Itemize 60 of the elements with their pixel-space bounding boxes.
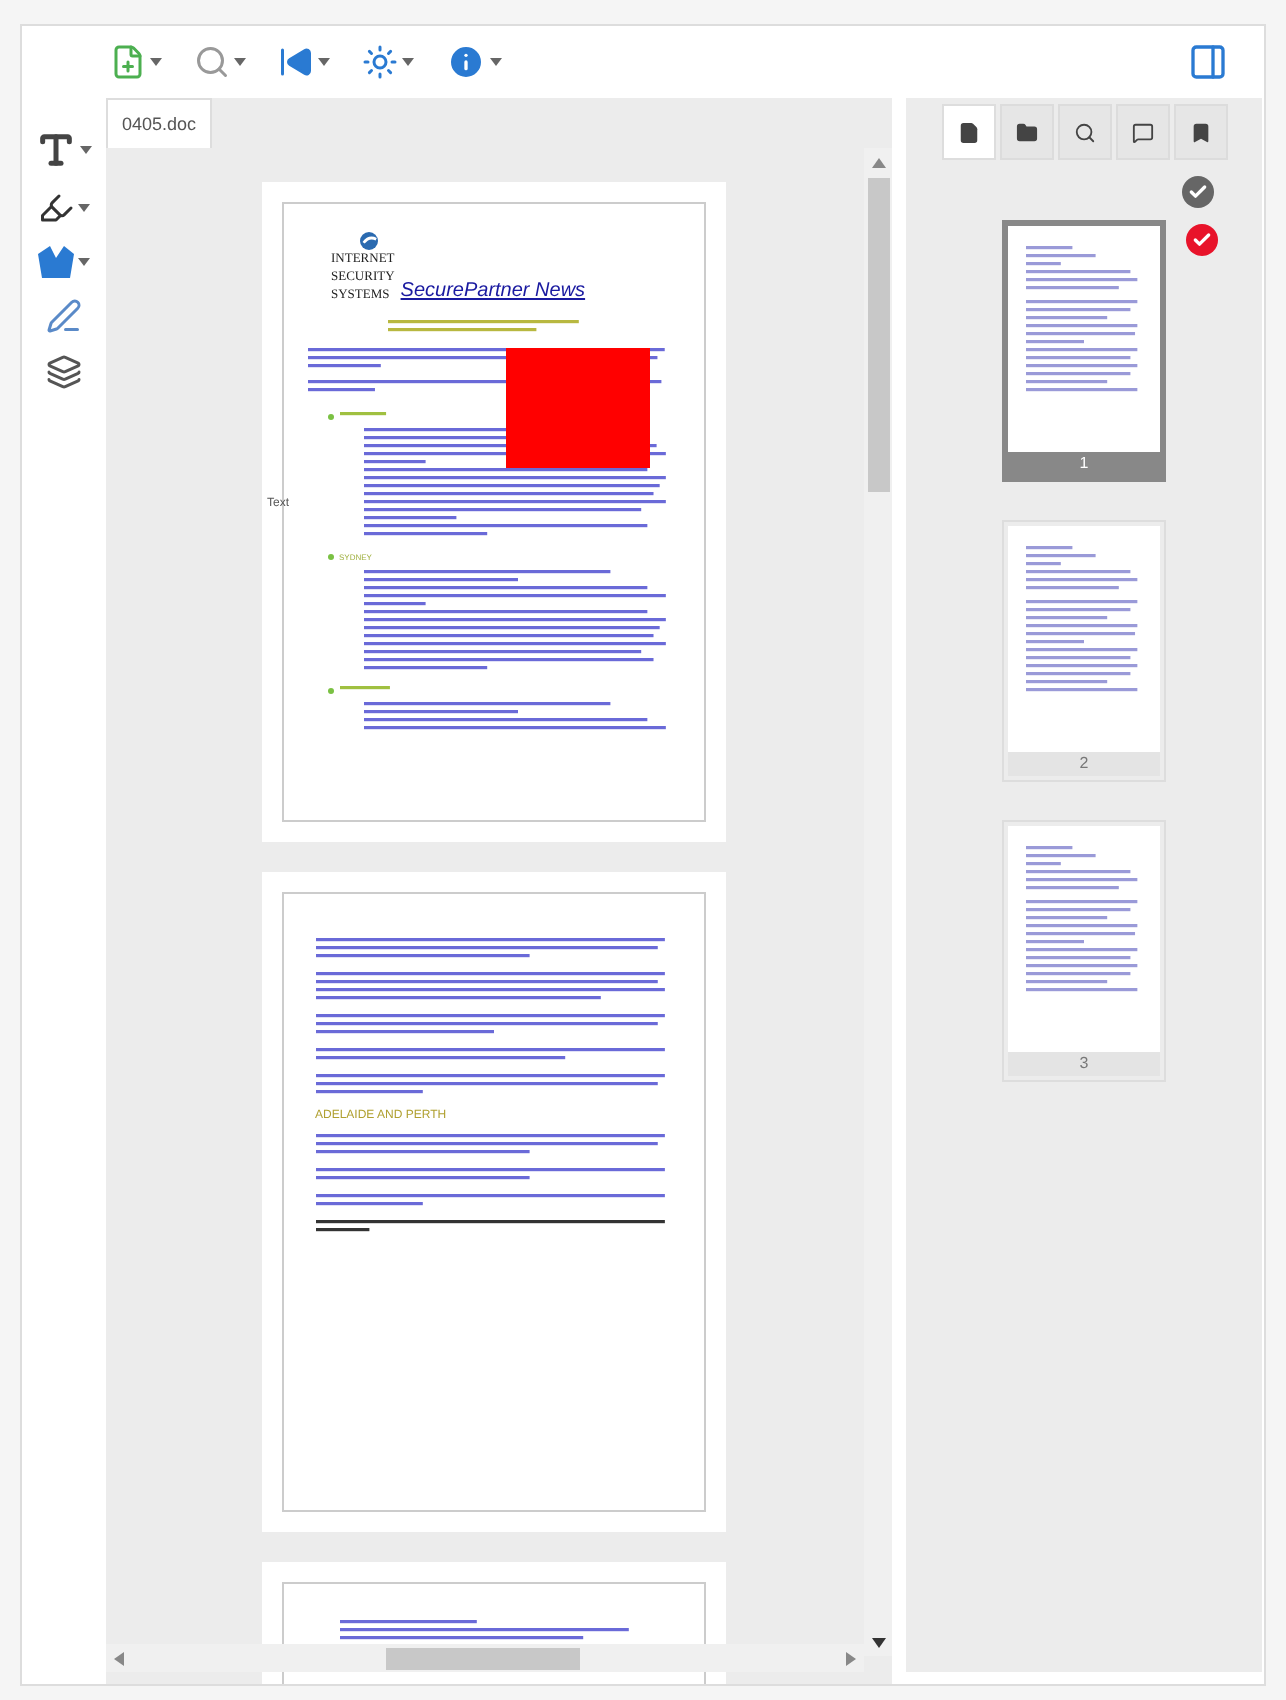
caret-icon <box>318 58 330 66</box>
caret-icon <box>490 58 502 66</box>
side-tab[interactable] <box>1115 104 1169 160</box>
side-tab[interactable] <box>999 104 1053 160</box>
search-icon[interactable] <box>194 44 230 80</box>
text-lines-drawing <box>1026 900 1142 996</box>
panel-toggle-icon[interactable] <box>1188 42 1228 82</box>
text-lines-drawing <box>1026 600 1142 696</box>
page-thumbnail[interactable]: 3 <box>1002 820 1166 1082</box>
bullet-icon <box>327 413 333 419</box>
page-number: 2 <box>1008 752 1160 776</box>
text-lines-drawing <box>1026 246 1142 294</box>
scroll-up-icon[interactable] <box>871 158 885 168</box>
marker-icon[interactable] <box>38 190 74 226</box>
signature-icon[interactable] <box>46 298 82 334</box>
bullet-icon <box>327 554 333 560</box>
first-page-icon[interactable] <box>278 44 314 80</box>
bullet-icon <box>327 687 333 693</box>
text-lines-drawing <box>339 412 387 420</box>
shape-icon[interactable] <box>38 246 74 278</box>
caret-icon <box>80 146 92 154</box>
vertical-scrollbar[interactable] <box>864 148 892 1656</box>
scroll-down-icon[interactable] <box>871 1638 885 1648</box>
caret-icon <box>150 58 162 66</box>
page-number: 3 <box>1008 1052 1160 1076</box>
comment-icon <box>1131 121 1153 143</box>
brightness-icon[interactable] <box>362 44 398 80</box>
document-tab[interactable]: 0405.doc <box>106 98 213 148</box>
add-file-icon[interactable] <box>110 44 146 80</box>
caret-icon <box>78 258 90 266</box>
page-number: 1 <box>1008 452 1160 476</box>
text-lines-drawing <box>1026 846 1142 894</box>
side-tab[interactable] <box>1057 104 1111 160</box>
caret-icon <box>78 204 90 212</box>
scroll-right-icon[interactable] <box>846 1651 856 1665</box>
side-tab[interactable] <box>941 104 995 160</box>
folder-icon <box>1015 121 1037 143</box>
scroll-left-icon[interactable] <box>114 1651 124 1665</box>
text-lines-drawing <box>339 686 391 694</box>
checked-icon[interactable] <box>1186 224 1218 256</box>
page-thumbnail[interactable]: 1 <box>1002 220 1166 482</box>
check-all-icon[interactable] <box>1182 176 1214 208</box>
side-tab[interactable] <box>1173 104 1227 160</box>
search-icon <box>1073 121 1095 143</box>
redaction-block <box>505 348 649 468</box>
page-thumbnail[interactable]: 2 <box>1002 520 1166 782</box>
horizontal-scrollbar[interactable] <box>106 1644 864 1672</box>
text-lines-drawing <box>1026 546 1142 594</box>
bookmark-icon <box>1189 121 1211 143</box>
scrollbar-thumb[interactable] <box>867 178 889 492</box>
text-lines-drawing <box>1026 300 1142 396</box>
newsletter-title: SecurePartner News <box>400 280 586 304</box>
page-icon <box>957 121 979 143</box>
caret-icon <box>234 58 246 66</box>
logo-icon <box>359 232 377 250</box>
info-icon[interactable] <box>446 42 486 82</box>
text-tool-icon[interactable] <box>36 130 76 170</box>
layers-icon[interactable] <box>46 354 82 390</box>
scrollbar-thumb[interactable] <box>386 1647 580 1669</box>
caret-icon <box>402 58 414 66</box>
